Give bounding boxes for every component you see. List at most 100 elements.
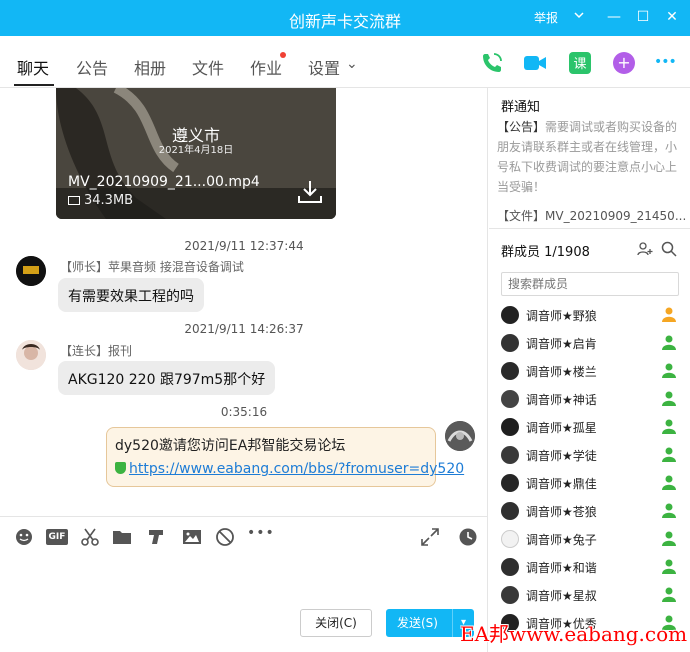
member-name: 调音师★神话 — [526, 393, 597, 407]
message-timestamp: 0:35:16 — [220, 405, 268, 419]
close-window-button[interactable]: ✕ — [663, 7, 681, 27]
video-filename: MV_20210909_21...00.mp4 — [68, 174, 260, 190]
folder-icon[interactable] — [112, 527, 132, 547]
member-avatar — [501, 390, 519, 408]
shield-icon — [115, 462, 126, 474]
history-clock-icon[interactable] — [458, 527, 478, 547]
member-role-icon — [662, 475, 676, 490]
tab-files[interactable]: 文件 — [192, 55, 224, 79]
more-icon[interactable]: ••• — [654, 54, 678, 78]
member-name: 调音师★和谐 — [526, 561, 597, 575]
member-avatar — [501, 418, 519, 436]
download-icon[interactable] — [296, 178, 324, 206]
member-item[interactable]: 调音师★楼兰 — [501, 360, 681, 382]
member-role-icon — [662, 559, 676, 574]
member-name: 调音师★学徒 — [526, 449, 597, 463]
member-avatar — [501, 474, 519, 492]
close-button[interactable]: 关闭(C) — [300, 609, 372, 637]
avatar[interactable] — [16, 256, 46, 286]
watermark-text: EA邦www.eabang.com — [460, 622, 688, 646]
member-avatar — [501, 306, 519, 324]
tab-settings[interactable]: 设置 — [308, 55, 340, 79]
tab-bar: 聊天 公告 相册 文件 作业 设置 ⌄ 课 + ••• — [0, 36, 690, 88]
title-bar: 创新声卡交流群 举报 — ☐ ✕ — [0, 0, 690, 36]
chevron-down-icon[interactable]: ⌄ — [346, 56, 358, 72]
send-label: 发送(S) — [397, 616, 438, 630]
message-timestamp: 2021/9/11 12:37:44 — [184, 239, 304, 253]
member-item[interactable]: 调音师★和谐 — [501, 556, 681, 578]
member-role-icon — [662, 335, 676, 350]
block-icon[interactable] — [215, 527, 235, 547]
add-app-icon[interactable]: + — [612, 51, 636, 75]
message-timestamp: 2021/9/11 14:26:37 — [184, 322, 304, 336]
expand-icon[interactable] — [420, 527, 440, 547]
member-role-icon — [662, 307, 676, 322]
maximize-button[interactable]: ☐ — [634, 7, 652, 27]
member-search-input[interactable] — [501, 272, 679, 296]
dropdown-icon[interactable] — [570, 7, 588, 27]
tab-homework[interactable]: 作业 — [250, 55, 282, 79]
sender-name: 【师长】苹果音频 接混音设备调试 — [60, 260, 244, 274]
report-link[interactable]: 举报 — [534, 9, 558, 26]
member-role-icon — [662, 419, 676, 434]
member-avatar — [501, 586, 519, 604]
notice-title: 群通知 — [501, 100, 541, 115]
divider — [489, 228, 690, 229]
members-title: 群成员 1/1908 — [501, 245, 590, 260]
lesson-icon[interactable]: 课 — [568, 51, 592, 75]
my-message-bubble: dy520邀请您访问EA邦智能交易论坛 https://www.eabang.c… — [106, 427, 464, 487]
member-role-icon — [662, 391, 676, 406]
svg-text:+: + — [617, 53, 630, 72]
message-bubble: 有需要效果工程的吗 — [58, 278, 204, 312]
composer: GIF ••• 关闭(C) 发送(S) ▾ — [0, 516, 488, 652]
member-avatar — [501, 446, 519, 464]
my-avatar[interactable] — [445, 421, 475, 451]
tab-announcement[interactable]: 公告 — [76, 55, 108, 79]
tab-chat[interactable]: 聊天 — [17, 55, 49, 79]
member-item[interactable]: 调音师★鼎佳 — [501, 472, 681, 494]
member-name: 调音师★楼兰 — [526, 365, 597, 379]
member-item[interactable]: 调音师★孤星 — [501, 416, 681, 438]
member-item[interactable]: 调音师★野狼 — [501, 304, 681, 326]
video-call-icon[interactable] — [523, 51, 547, 75]
search-icon[interactable] — [661, 241, 677, 257]
avatar[interactable] — [16, 340, 46, 370]
tab-album[interactable]: 相册 — [134, 55, 166, 79]
phone-icon[interactable] — [480, 51, 504, 75]
member-name: 调音师★苍狼 — [526, 505, 597, 519]
member-name: 调音师★启肯 — [526, 337, 597, 351]
video-message[interactable]: 遵义市 2021年4月18日 MV_20210909_21...00.mp4 3… — [56, 88, 336, 219]
image-icon[interactable] — [182, 527, 202, 547]
minimize-button[interactable]: — — [605, 7, 623, 27]
message-bubble: AKG120 220 跟797m5那个好 — [58, 361, 276, 395]
sender-name: 【连长】报刊 — [60, 344, 133, 358]
video-filesize: 34.3MB — [84, 193, 134, 208]
member-item[interactable]: 调音师★学徒 — [501, 444, 681, 466]
member-role-icon — [662, 531, 676, 546]
more-tools-icon[interactable]: ••• — [247, 525, 274, 545]
member-item[interactable]: 调音师★兔子 — [501, 528, 681, 550]
gif-icon[interactable]: GIF — [46, 529, 68, 545]
member-name: 调音师★孤星 — [526, 421, 597, 435]
scissors-icon[interactable] — [80, 527, 100, 547]
emoji-icon[interactable] — [14, 527, 34, 547]
message-link[interactable]: https://www.eabang.com/bbs/?fromuser=dy5… — [129, 461, 464, 477]
member-item[interactable]: 调音师★启肯 — [501, 332, 681, 354]
group-file-entry[interactable]: 【文件】MV_20210909_21450... — [497, 207, 690, 224]
add-member-icon[interactable] — [637, 241, 653, 257]
member-role-icon — [662, 447, 676, 462]
active-tab-indicator — [14, 84, 54, 86]
member-item[interactable]: 调音师★苍狼 — [501, 500, 681, 522]
member-avatar — [501, 334, 519, 352]
notification-dot — [280, 52, 286, 58]
member-name: 调音师★鼎佳 — [526, 477, 597, 491]
member-name: 调音师★星叔 — [526, 589, 597, 603]
svg-text:课: 课 — [573, 57, 586, 72]
screenshot-icon[interactable] — [146, 527, 166, 547]
member-role-icon — [662, 503, 676, 518]
group-notice[interactable]: 【公告】需要调试或者购买设备的朋友请联系群主或者在线管理，小号私下收费调试的要注… — [497, 117, 681, 197]
member-item[interactable]: 调音师★神话 — [501, 388, 681, 410]
member-avatar — [501, 502, 519, 520]
member-item[interactable]: 调音师★星叔 — [501, 584, 681, 606]
message-text: dy520邀请您访问EA邦智能交易论坛 — [115, 438, 346, 454]
